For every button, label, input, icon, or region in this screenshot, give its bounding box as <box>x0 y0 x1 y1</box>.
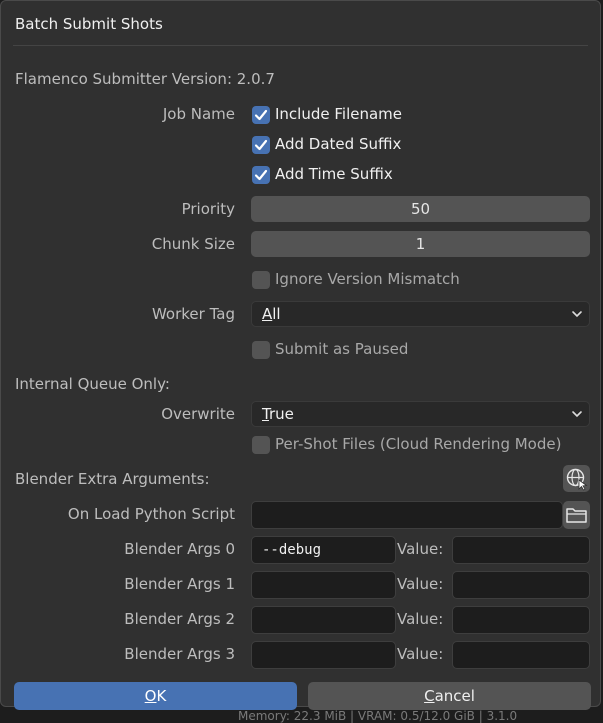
cancel-rest: ancel <box>434 687 475 705</box>
checkmark-icon <box>254 169 268 181</box>
include-filename-checkbox[interactable] <box>252 106 270 124</box>
worker-tag-value-rest: ll <box>272 305 281 323</box>
add-time-suffix-label[interactable]: Add Time Suffix <box>275 165 393 183</box>
blender-args-3-field[interactable] <box>251 641 396 669</box>
blender-args-0-field[interactable]: --debug <box>251 536 396 564</box>
blender-args-2-field[interactable] <box>251 606 396 634</box>
include-filename-label[interactable]: Include Filename <box>275 105 402 123</box>
blender-args-1-value-field[interactable] <box>452 571 590 599</box>
add-time-suffix-checkbox[interactable] <box>252 166 270 184</box>
job-name-label: Job Name <box>162 105 235 123</box>
cancel-button[interactable]: Cancel <box>308 682 591 710</box>
globe-cursor-icon[interactable] <box>563 465 590 492</box>
on-load-script-label: On Load Python Script <box>67 505 235 523</box>
blender-args-3-label: Blender Args 3 <box>124 645 235 663</box>
chunk-size-label: Chunk Size <box>151 235 235 253</box>
cancel-mnemonic: C <box>424 687 435 705</box>
overwrite-value-rest: rue <box>268 405 294 423</box>
blender-args-0-value-field[interactable] <box>452 536 590 564</box>
extra-args-heading: Blender Extra Arguments: <box>15 470 210 488</box>
chunk-size-field[interactable]: 1 <box>251 231 590 257</box>
overwrite-label: Overwrite <box>161 405 235 423</box>
dialog-title: Batch Submit Shots <box>15 15 163 33</box>
ok-rest: K <box>156 687 167 705</box>
ignore-version-mismatch-checkbox[interactable] <box>252 271 270 289</box>
internal-queue-heading: Internal Queue Only: <box>15 375 170 393</box>
priority-label: Priority <box>181 200 235 218</box>
on-load-script-field[interactable] <box>251 501 563 529</box>
chevron-down-icon <box>571 402 583 434</box>
title-divider <box>13 45 588 46</box>
worker-tag-dropdown[interactable]: All <box>251 301 590 327</box>
value-label: Value: <box>397 645 444 663</box>
blender-args-0-label: Blender Args 0 <box>124 540 235 558</box>
checkmark-icon <box>254 139 268 151</box>
overwrite-dropdown[interactable]: True <box>251 401 590 427</box>
submit-paused-label[interactable]: Submit as Paused <box>275 340 408 358</box>
version-text: Flamenco Submitter Version: 2.0.7 <box>15 70 275 88</box>
value-label: Value: <box>397 575 444 593</box>
blender-args-1-field[interactable] <box>251 571 396 599</box>
per-shot-files-label[interactable]: Per-Shot Files (Cloud Rendering Mode) <box>275 435 561 453</box>
add-dated-suffix-label[interactable]: Add Dated Suffix <box>275 135 401 153</box>
chevron-down-icon <box>571 302 583 334</box>
overwrite-value-mnemonic: T <box>262 405 269 423</box>
blender-args-1-label: Blender Args 1 <box>124 575 235 593</box>
blender-args-2-value-field[interactable] <box>452 606 590 634</box>
checkmark-icon <box>254 109 268 121</box>
folder-icon[interactable] <box>563 501 590 529</box>
per-shot-files-checkbox[interactable] <box>252 436 270 454</box>
value-label: Value: <box>397 610 444 628</box>
ok-button[interactable]: OK <box>14 682 297 710</box>
batch-submit-dialog: Batch Submit Shots Flamenco Submitter Ve… <box>0 0 601 710</box>
worker-tag-value-mnemonic: A <box>262 305 273 323</box>
submit-paused-checkbox[interactable] <box>252 341 270 359</box>
blender-args-3-value-field[interactable] <box>452 641 590 669</box>
ignore-version-mismatch-label[interactable]: Ignore Version Mismatch <box>275 270 460 288</box>
priority-field[interactable]: 50 <box>251 196 590 222</box>
worker-tag-label: Worker Tag <box>151 305 235 323</box>
blender-args-2-label: Blender Args 2 <box>124 610 235 628</box>
ok-mnemonic: O <box>144 687 157 705</box>
value-label: Value: <box>397 540 444 558</box>
add-dated-suffix-checkbox[interactable] <box>252 136 270 154</box>
